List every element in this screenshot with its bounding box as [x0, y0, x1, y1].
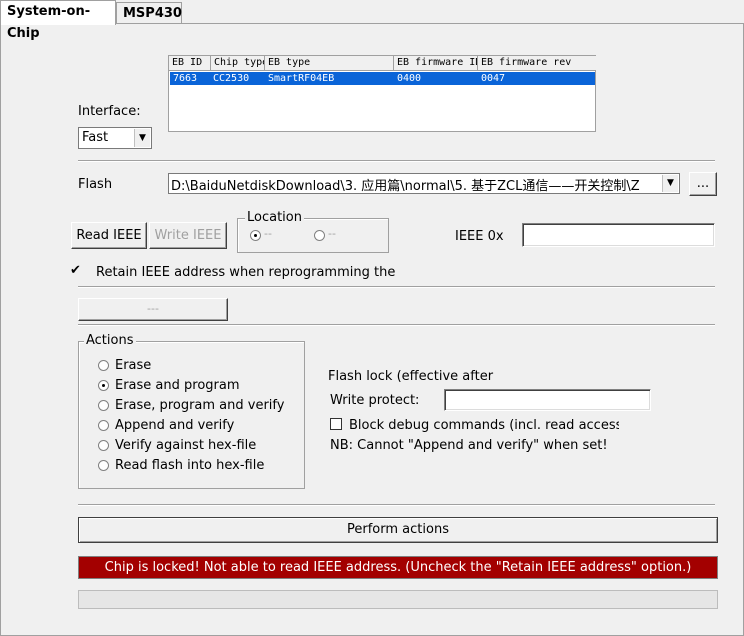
table-cell-eb-type: SmartRF04EB	[268, 73, 335, 84]
device-list[interactable]: EB ID Chip type EB type EB firmware ID E…	[168, 55, 596, 132]
column-header-chip-type[interactable]: Chip type	[211, 56, 265, 71]
read-ieee-button[interactable]: Read IEEE	[71, 222, 147, 249]
table-cell-eb-firmware-id: 0400	[397, 73, 422, 84]
column-header-eb-firmware-id[interactable]: EB firmware ID	[394, 56, 478, 71]
table-cell-chip-type: CC2530	[213, 73, 250, 84]
tab-system-on-chip[interactable]: System-on-Chip	[0, 0, 116, 41]
interface-label: Interface:	[78, 104, 141, 119]
perform-actions-button[interactable]: Perform actions	[78, 517, 718, 543]
table-cell-eb-id: 7663	[173, 73, 198, 84]
flash-lock-note: NB: Cannot "Append and verify" when set!	[330, 438, 608, 453]
retain-label: Retain IEEE address when reprogramming t…	[96, 265, 396, 280]
action-label-erase-program-verify: Erase, program and verify	[115, 398, 285, 413]
column-header-eb-id[interactable]: EB ID	[169, 56, 211, 71]
separator	[78, 324, 715, 326]
action-label-verify-hex: Verify against hex-file	[115, 438, 257, 453]
flash-path-select[interactable]: D:\BaiduNetdiskDownload\3. 应用篇\normal\5.…	[168, 173, 680, 194]
status-message: Chip is locked! Not able to read IEEE ad…	[78, 556, 718, 579]
column-header-eb-firmware-rev[interactable]: EB firmware rev	[478, 56, 596, 71]
tab-msp430[interactable]: MSP430	[116, 2, 182, 24]
location-radio-1[interactable]	[250, 230, 261, 241]
action-radio-erase-program-verify[interactable]	[98, 400, 109, 411]
write-protect-label: Write protect:	[330, 393, 420, 408]
location-radio-2-label: --	[328, 227, 336, 240]
action-label-erase: Erase	[115, 358, 152, 373]
ieee-label: IEEE 0x	[455, 229, 504, 244]
interface-select-value: Fast	[82, 130, 109, 145]
action-label-append-and-verify: Append and verify	[115, 418, 235, 433]
write-ieee-button[interactable]: Write IEEE	[149, 222, 227, 249]
actions-group-title: Actions	[84, 333, 136, 348]
separator	[78, 286, 715, 288]
block-debug-checkbox[interactable]	[330, 418, 342, 430]
progress-bar	[78, 590, 718, 609]
location-radio-2[interactable]	[314, 230, 325, 241]
block-debug-label: Block debug commands (incl. read access	[349, 418, 619, 433]
location-group-title: Location	[245, 210, 304, 225]
separator	[78, 504, 715, 506]
write-protect-input[interactable]	[444, 389, 651, 411]
secondary-button[interactable]: ---	[78, 298, 228, 321]
separator	[78, 160, 715, 162]
chevron-down-icon[interactable]: ▼	[134, 129, 150, 147]
flash-label: Flash	[78, 177, 113, 192]
column-header-eb-type[interactable]: EB type	[265, 56, 394, 71]
action-radio-verify-hex[interactable]	[98, 440, 109, 451]
action-label-read-flash: Read flash into hex-file	[115, 458, 265, 473]
table-cell-eb-firmware-rev: 0047	[481, 73, 506, 84]
retain-checkbox[interactable]: ✔	[70, 263, 81, 278]
action-radio-erase[interactable]	[98, 360, 109, 371]
table-row[interactable]: 7663 CC2530 SmartRF04EB 0400 0047	[170, 72, 595, 85]
action-radio-append-and-verify[interactable]	[98, 420, 109, 431]
action-radio-erase-and-program[interactable]	[98, 380, 109, 391]
action-label-erase-and-program: Erase and program	[115, 378, 240, 393]
location-radio-1-label: --	[264, 227, 272, 240]
flash-lock-title: Flash lock (effective after	[328, 369, 494, 384]
flash-path-value: D:\BaiduNetdiskDownload\3. 应用篇\normal\5.…	[171, 179, 640, 194]
action-radio-read-flash[interactable]	[98, 460, 109, 471]
interface-select[interactable]: Fast ▼	[78, 127, 152, 149]
ieee-input[interactable]	[522, 223, 715, 247]
chevron-down-icon[interactable]: ▼	[662, 175, 678, 192]
browse-button[interactable]: ...	[689, 172, 717, 196]
